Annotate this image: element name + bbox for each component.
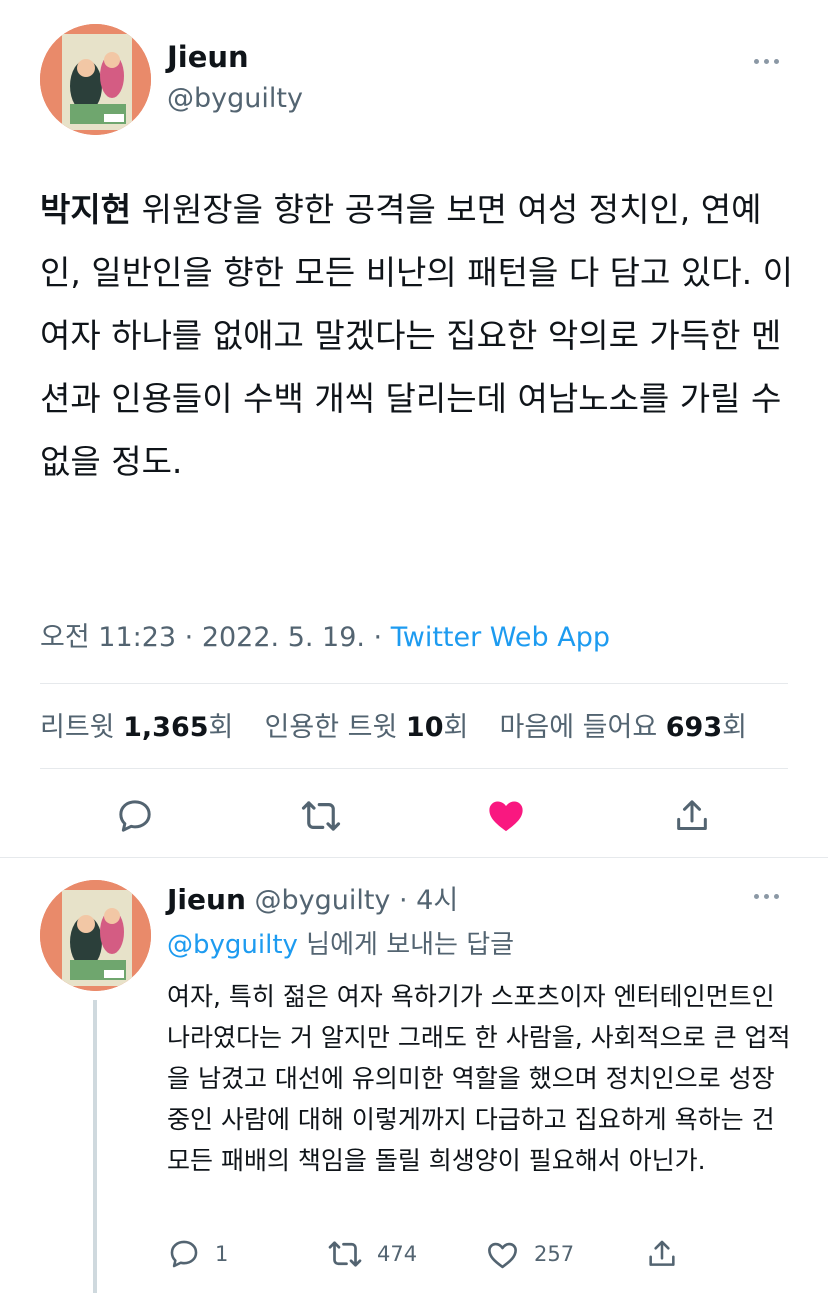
like-icon <box>489 801 523 832</box>
reply-header: Jieun @byguilty · 4시 <box>167 878 458 917</box>
quotes-count: 10 <box>405 712 444 743</box>
share-icon <box>677 800 707 830</box>
retweets-count: 1,365 <box>123 712 209 743</box>
tweet-text-body: 위원장을 향한 공격을 보면 여성 정치인, 연예인, 일반인을 향한 모든 비… <box>40 190 793 481</box>
tweet-meta: 오전 11:23 · 2022. 5. 19. · Twitter Web Ap… <box>40 615 610 654</box>
retweets-stat[interactable]: 리트윗 1,365회 <box>40 712 242 743</box>
likes-count: 693 <box>665 712 723 743</box>
replying-to-handle[interactable]: @byguilty <box>167 930 298 960</box>
author-avatar[interactable] <box>40 24 151 135</box>
retweets-unit: 회 <box>208 712 234 743</box>
divider <box>40 683 788 684</box>
divider <box>40 768 788 769</box>
quotes-label: 인용한 트윗 <box>264 712 406 743</box>
reply-reply-count: 1 <box>215 1242 229 1266</box>
thread-line <box>93 1000 97 1293</box>
retweet-icon <box>328 1241 362 1267</box>
reply-author-avatar[interactable] <box>40 880 151 991</box>
tweet-text-bold: 박지현 <box>40 190 132 229</box>
likes-unit: 회 <box>722 712 747 743</box>
author-handle[interactable]: @byguilty <box>167 83 303 114</box>
tweet-source[interactable]: Twitter Web App <box>391 622 610 653</box>
retweets-label: 리트윗 <box>40 712 124 743</box>
reply-text: 여자, 특히 젊은 여자 욕하기가 스포츠이자 엔터테인먼트인 나라였다는 거 … <box>167 982 791 1175</box>
reply-retweet-button[interactable]: 474 <box>327 1234 417 1274</box>
more-icon[interactable] <box>754 891 779 901</box>
divider <box>0 857 828 858</box>
likes-stat[interactable]: 마음에 들어요 693회 <box>500 712 747 743</box>
reply-like-button[interactable]: 257 <box>485 1234 574 1274</box>
tweet-timestamp[interactable]: 오전 11:23 · 2022. 5. 19. · <box>40 622 391 653</box>
retweet-icon <box>301 801 341 831</box>
reply-icon <box>119 800 151 832</box>
like-icon <box>488 1242 517 1268</box>
replying-to: @byguilty 님에게 보내는 답글 <box>167 924 514 961</box>
replying-to-suffix: 님에게 보내는 답글 <box>297 930 515 960</box>
reply-retweet-count: 474 <box>377 1242 418 1266</box>
reply-button[interactable] <box>110 793 160 839</box>
reply-author-name[interactable]: Jieun <box>167 883 246 916</box>
reply-share-button[interactable] <box>645 1234 679 1274</box>
tweet-stats: 리트윗 1,365회 인용한 트윗 10회 마음에 들어요 693회 <box>40 705 747 744</box>
reply-time[interactable]: · 4시 <box>390 885 458 916</box>
reply-like-count: 257 <box>534 1242 575 1266</box>
retweet-button[interactable] <box>296 793 346 839</box>
share-icon <box>649 1240 675 1266</box>
quotes-unit: 회 <box>443 712 469 743</box>
reply-icon <box>170 1240 198 1268</box>
share-button[interactable] <box>667 793 717 839</box>
like-button[interactable] <box>481 792 531 838</box>
more-icon[interactable] <box>754 56 779 66</box>
author-name[interactable]: Jieun <box>167 40 249 74</box>
reply-author-handle[interactable]: @byguilty <box>254 885 390 916</box>
quotes-stat[interactable]: 인용한 트윗 10회 <box>265 712 477 743</box>
likes-label: 마음에 들어요 <box>499 712 666 743</box>
tweet-text: 박지현 위원장을 향한 공격을 보면 여성 정치인, 연예인, 일반인을 향한 … <box>40 178 800 493</box>
reply-reply-button[interactable]: 1 <box>167 1234 228 1274</box>
